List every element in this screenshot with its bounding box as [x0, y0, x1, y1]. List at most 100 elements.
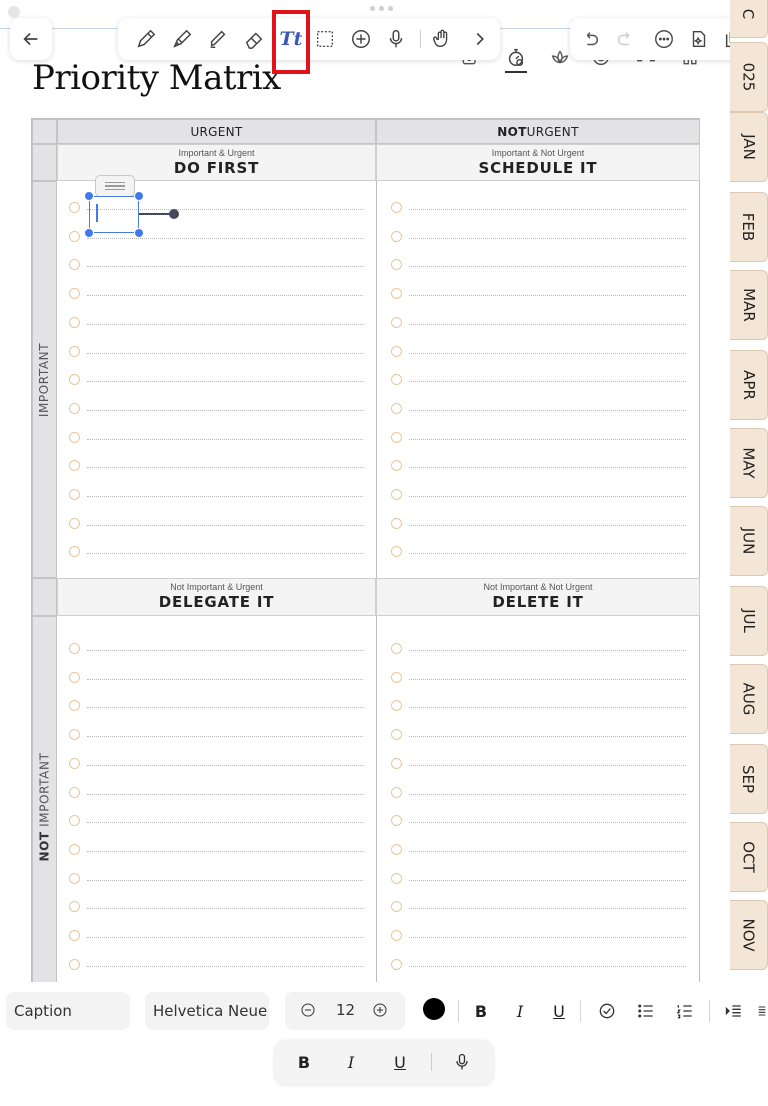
bullet-list-button[interactable]	[632, 996, 660, 1026]
month-tab[interactable]: JUN	[730, 506, 768, 576]
task-row[interactable]	[69, 546, 365, 560]
task-row[interactable]	[69, 671, 365, 686]
task-checkbox[interactable]	[69, 288, 80, 300]
task-checkbox[interactable]	[391, 546, 402, 558]
highlighter-tool[interactable]	[204, 25, 232, 53]
task-row[interactable]	[391, 402, 688, 417]
numbered-list-button[interactable]	[671, 996, 699, 1026]
task-row[interactable]	[69, 431, 365, 446]
month-tab[interactable]: MAY	[730, 428, 768, 498]
task-row[interactable]	[69, 958, 365, 973]
task-row[interactable]	[69, 815, 365, 829]
decrease-size-button[interactable]	[299, 1001, 317, 1023]
task-row[interactable]	[69, 901, 365, 915]
task-row[interactable]	[391, 757, 688, 772]
task-checkbox[interactable]	[391, 930, 402, 941]
month-tab[interactable]: AUG	[730, 664, 768, 734]
task-row[interactable]	[391, 546, 688, 560]
floating-dictate-button[interactable]	[447, 1047, 477, 1077]
task-checkbox[interactable]	[69, 843, 80, 855]
task-row[interactable]	[391, 517, 688, 532]
task-checkbox[interactable]	[69, 402, 80, 414]
task-row[interactable]	[391, 843, 688, 858]
task-checkbox[interactable]	[69, 431, 80, 443]
month-tab[interactable]: OCT	[730, 822, 768, 892]
task-checkbox[interactable]	[391, 489, 402, 500]
task-row[interactable]	[69, 374, 365, 388]
rotate-handle[interactable]	[169, 209, 179, 219]
task-checkbox[interactable]	[69, 757, 80, 769]
task-checkbox[interactable]	[69, 958, 80, 970]
task-checkbox[interactable]	[391, 316, 402, 328]
task-row[interactable]	[391, 815, 688, 829]
task-checkbox[interactable]	[391, 431, 402, 443]
task-checkbox[interactable]	[69, 230, 80, 242]
task-row[interactable]	[391, 643, 688, 657]
task-row[interactable]	[391, 460, 688, 474]
task-row[interactable]	[69, 345, 365, 360]
increase-size-button[interactable]	[371, 1001, 389, 1023]
task-checkbox[interactable]	[69, 460, 80, 472]
task-checkbox[interactable]	[391, 729, 402, 741]
redo-button[interactable]	[612, 25, 640, 53]
month-tab[interactable]: JAN	[730, 112, 768, 182]
month-tab[interactable]: SEP	[730, 744, 768, 814]
text-style-selector[interactable]: Caption	[6, 992, 130, 1030]
task-row[interactable]	[391, 729, 688, 743]
task-row[interactable]	[391, 374, 688, 388]
task-checkbox[interactable]	[391, 815, 402, 827]
task-checkbox[interactable]	[69, 815, 80, 827]
lasso-tool[interactable]	[311, 25, 339, 53]
resize-handle-bottom-right[interactable]	[134, 228, 144, 238]
task-row[interactable]	[69, 643, 365, 657]
task-checkbox[interactable]	[391, 402, 402, 414]
task-checkbox[interactable]	[69, 671, 80, 683]
task-row[interactable]	[391, 431, 688, 446]
task-row[interactable]	[391, 202, 688, 216]
task-checkbox[interactable]	[69, 345, 80, 357]
microphone-tool[interactable]	[382, 25, 410, 53]
task-row[interactable]	[69, 930, 365, 944]
task-row[interactable]	[391, 901, 688, 915]
hand-tool[interactable]	[428, 25, 456, 53]
task-row[interactable]	[69, 872, 365, 887]
month-tab[interactable]: NOV	[730, 900, 768, 970]
undo-button[interactable]	[576, 25, 604, 53]
task-checkbox[interactable]	[391, 671, 402, 683]
pen-tool[interactable]	[132, 25, 160, 53]
month-tab[interactable]: JUL	[730, 586, 768, 656]
resize-handle-top-left[interactable]	[84, 191, 94, 201]
checklist-button[interactable]	[593, 996, 621, 1026]
task-checkbox[interactable]	[391, 786, 402, 798]
task-checkbox[interactable]	[391, 958, 402, 970]
drag-grip[interactable]	[370, 6, 396, 12]
add-element-tool[interactable]	[347, 25, 375, 53]
task-row[interactable]	[69, 316, 365, 331]
stopwatch-icon[interactable]	[503, 44, 529, 70]
task-checkbox[interactable]	[391, 517, 402, 529]
floating-bold-button[interactable]: B	[289, 1047, 319, 1077]
task-checkbox[interactable]	[391, 460, 402, 472]
underline-button[interactable]: U	[545, 996, 573, 1026]
task-row[interactable]	[69, 729, 365, 743]
task-checkbox[interactable]	[391, 230, 402, 242]
task-checkbox[interactable]	[69, 700, 80, 712]
floating-italic-button[interactable]: I	[336, 1047, 366, 1077]
task-checkbox[interactable]	[69, 643, 80, 654]
task-checkbox[interactable]	[391, 872, 402, 884]
back-button[interactable]	[10, 18, 52, 60]
more-tools-button[interactable]	[466, 25, 494, 53]
task-row[interactable]	[391, 345, 688, 360]
task-row[interactable]	[391, 259, 688, 273]
task-row[interactable]	[69, 517, 365, 532]
task-row[interactable]	[69, 843, 365, 858]
page-magic-button[interactable]	[685, 25, 713, 53]
task-checkbox[interactable]	[69, 729, 80, 741]
task-row[interactable]	[69, 259, 365, 273]
task-checkbox[interactable]	[69, 901, 80, 913]
task-checkbox[interactable]	[391, 643, 402, 654]
task-checkbox[interactable]	[391, 901, 402, 913]
italic-button[interactable]: I	[506, 996, 534, 1026]
task-checkbox[interactable]	[391, 345, 402, 357]
font-selector[interactable]: Helvetica Neue	[145, 992, 269, 1030]
